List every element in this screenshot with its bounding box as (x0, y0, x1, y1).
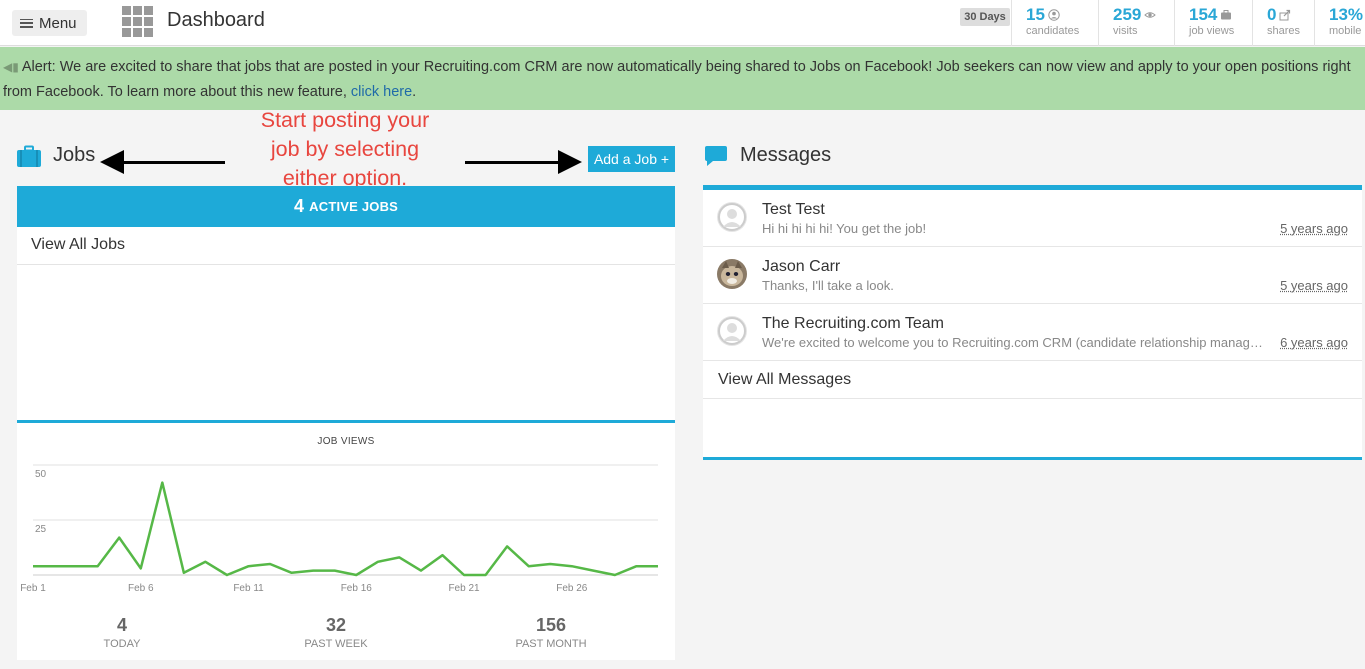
cat-photo-avatar (717, 259, 747, 289)
stat-shares[interactable]: 0 shares (1252, 0, 1314, 46)
arrow-right-icon (558, 150, 582, 174)
jobs-panel: View All Jobs (17, 227, 675, 421)
message-time: 5 years ago (1280, 278, 1348, 293)
share-icon (1279, 9, 1291, 21)
menu-button[interactable]: Menu (12, 10, 87, 36)
stat-value: 0 (1267, 5, 1277, 24)
annotation-text: Start posting your job by selecting eith… (230, 106, 460, 193)
view-all-jobs-link[interactable]: View All Jobs (17, 227, 675, 265)
x-tick-label: Feb 6 (128, 583, 154, 594)
annotation-line: Start posting your (260, 108, 430, 132)
summary-label: Past Week (304, 638, 368, 650)
stat-value: 13% (1329, 5, 1364, 24)
summary-past-month: 156 Past Month (451, 615, 651, 650)
x-tick-label: Feb 1 (20, 583, 46, 594)
alert-banner: ◀▮ Alert: We are excited to share that jo… (0, 47, 1365, 110)
message-sender: Jason Carr (762, 258, 841, 275)
x-tick-label: Feb 11 (233, 583, 264, 594)
stat-label: visits (1113, 25, 1138, 37)
job-views-chart: 50 25 Feb 1 Feb 6 Feb 11 Feb 16 Feb 21 Feb 26 (20, 464, 658, 594)
jobs-header: Jobs (17, 144, 95, 167)
megaphone-icon: ◀▮ (3, 60, 19, 74)
summary-value: 4 (116, 615, 127, 635)
messages-panel: Test Test Hi hi hi hi hi! You get the jo… (703, 185, 1362, 460)
summary-today: 4 Today (22, 615, 222, 650)
hamburger-icon (20, 18, 33, 28)
message-snippet: We're excited to welcome you to Recruiti… (762, 335, 1270, 350)
annotation-arrow-right (465, 161, 560, 164)
alert-text-2: from Facebook. To learn more about this … (3, 84, 347, 100)
active-jobs-bar[interactable]: 4 Active Jobs (17, 186, 675, 227)
summary-label: Past Month (515, 638, 587, 650)
chat-bubble-icon (705, 145, 727, 166)
stat-value: 154 (1189, 5, 1218, 24)
job-views-chart-panel: JOB VIEWS 50 25 Feb 1 Feb 6 Feb 11 Feb 16 Feb … (17, 420, 675, 660)
menu-label: Menu (39, 14, 77, 32)
message-time: 5 years ago (1280, 221, 1348, 236)
annotation-line: job by selecting (270, 137, 420, 161)
message-time: 6 years ago (1280, 335, 1348, 350)
stat-job-views[interactable]: 154 job views (1174, 0, 1252, 46)
summary-value: 32 (325, 615, 347, 635)
message-sender: Test Test (762, 201, 825, 218)
x-tick-label: Feb 16 (341, 583, 373, 594)
jobs-title: Jobs (53, 144, 96, 166)
add-job-button[interactable]: Add a Job + (588, 146, 675, 172)
alert-text: Alert: We are excited to share that jobs… (21, 59, 1351, 75)
briefcase-icon (1221, 10, 1232, 20)
alert-after-link: . (412, 84, 417, 100)
stat-value: 15 (1026, 5, 1045, 24)
briefcase-icon (17, 145, 41, 167)
annotation-arrow-left (124, 161, 225, 164)
message-snippet: Hi hi hi hi hi! You get the job! (762, 221, 927, 236)
message-sender: The Recruiting.com Team (762, 315, 944, 332)
messages-header: Messages (704, 144, 831, 167)
date-range-badge[interactable]: 30 Days (960, 8, 1010, 26)
apps-grid-icon[interactable] (122, 6, 153, 37)
summary-label: Today (103, 638, 141, 650)
user-circle-icon (1048, 9, 1060, 21)
message-snippet: Thanks, I'll take a look. (762, 278, 894, 293)
active-jobs-count: 4 (293, 196, 305, 216)
x-tick-label: Feb 21 (448, 583, 480, 594)
default-avatar-icon (717, 316, 747, 346)
active-jobs-label: Active Jobs (309, 199, 399, 214)
message-item[interactable]: The Recruiting.com Team We're excited to… (703, 304, 1362, 361)
page-title: Dashboard (167, 9, 265, 31)
y-tick-label: 25 (35, 524, 47, 535)
stat-label: shares (1267, 25, 1301, 37)
eye-icon (1144, 12, 1157, 18)
stat-label: job views (1189, 25, 1235, 37)
arrow-left-icon (100, 150, 124, 174)
view-all-messages-link[interactable]: View All Messages (703, 361, 1362, 399)
stat-candidates[interactable]: 15 candidates (1011, 0, 1098, 46)
alert-link[interactable]: click here (351, 84, 412, 100)
default-avatar-icon (717, 202, 747, 232)
summary-value: 156 (535, 615, 567, 635)
job-views-series-line (33, 481, 658, 577)
message-item[interactable]: Jason Carr Thanks, I'll take a look. 5 y… (703, 247, 1362, 304)
stat-label: mobile (1329, 25, 1362, 37)
x-tick-label: Feb 26 (556, 583, 588, 594)
y-tick-label: 50 (35, 469, 47, 480)
stat-label: candidates (1026, 25, 1080, 37)
message-item[interactable]: Test Test Hi hi hi hi hi! You get the jo… (703, 190, 1362, 247)
stat-mobile[interactable]: 13% mobile (1314, 0, 1365, 46)
messages-title: Messages (740, 144, 832, 166)
stat-visits[interactable]: 259 visits (1098, 0, 1174, 46)
stat-value: 259 (1113, 5, 1142, 24)
top-bar: Menu Dashboard 30 Days 15 candidates 259… (0, 0, 1365, 46)
summary-past-week: 32 Past Week (236, 615, 436, 650)
